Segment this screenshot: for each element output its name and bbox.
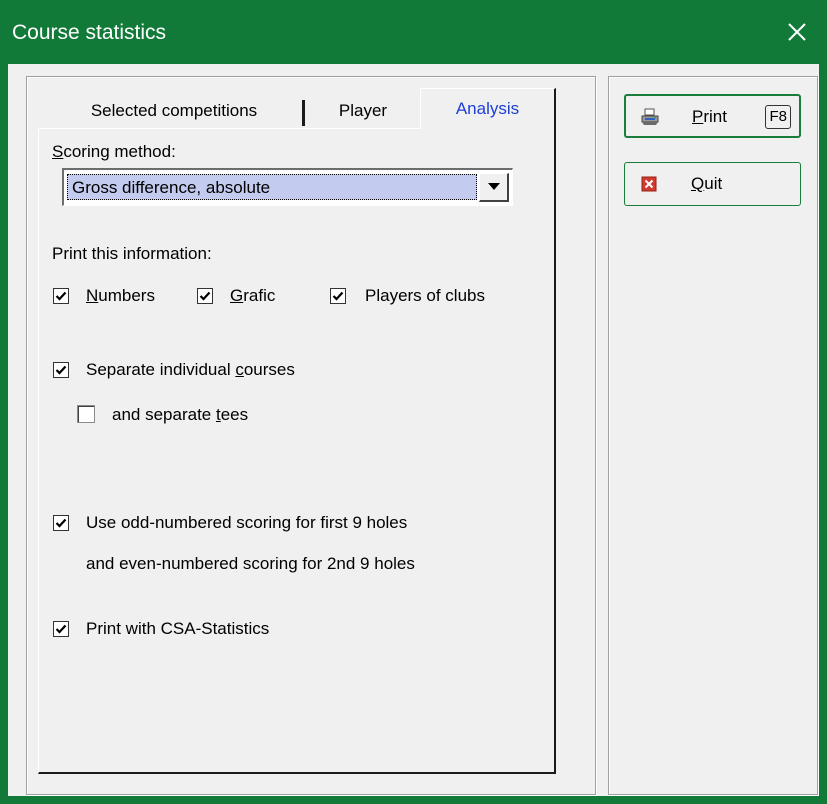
close-button[interactable] [767, 0, 827, 64]
tab-label: Selected competitions [90, 101, 258, 120]
window-frame-right [819, 64, 827, 804]
numbers-label: Numbers [86, 286, 155, 305]
tab-separator [302, 100, 305, 126]
close-icon [788, 23, 806, 41]
title-bar: Course statistics [0, 0, 827, 64]
grafic-label: Grafic [230, 286, 276, 305]
check-icon [199, 291, 211, 301]
printer-icon [641, 108, 659, 125]
separate-courses-label: Separate individual courses [86, 360, 295, 379]
separate-tees-checkbox[interactable] [77, 405, 95, 423]
check-icon [55, 624, 67, 634]
odd-even-line1: Use odd-numbered scoring for first 9 hol… [86, 513, 408, 532]
window-frame-bottom [0, 796, 827, 804]
check-icon [55, 518, 67, 528]
quit-button[interactable]: Quit [624, 162, 801, 206]
analysis-tab-page [38, 128, 556, 774]
print-info-heading: Print this information: [52, 244, 212, 263]
numbers-checkbox[interactable] [53, 288, 69, 304]
tab-label: Analysis [455, 99, 520, 118]
scoring-method-value: Gross difference, absolute [67, 174, 477, 200]
f8-shortcut-badge: F8 [765, 105, 791, 129]
grafic-checkbox[interactable] [197, 288, 213, 304]
tab-label: Player [338, 101, 388, 120]
check-icon [55, 365, 67, 375]
players-of-clubs-checkbox[interactable] [330, 288, 346, 304]
odd-even-scoring-checkbox[interactable] [53, 515, 69, 531]
separate-courses-checkbox[interactable] [53, 362, 69, 378]
odd-even-line2: and even-numbered scoring for 2nd 9 hole… [86, 554, 415, 573]
quit-label: Quit [691, 174, 723, 193]
quit-icon [641, 176, 657, 192]
tab-player[interactable]: Player [306, 94, 420, 128]
scoring-method-select[interactable]: Gross difference, absolute [62, 168, 513, 206]
print-label: Print [692, 107, 727, 126]
print-button[interactable]: Print F8 [624, 94, 801, 138]
csa-statistics-checkbox[interactable] [53, 621, 69, 637]
chevron-down-icon [487, 183, 500, 190]
csa-statistics-label: Print with CSA-Statistics [86, 619, 270, 638]
scoring-method-label: Scoring method: [52, 142, 176, 161]
window-frame-left [0, 64, 8, 804]
window-title: Course statistics [12, 21, 167, 44]
tab-analysis[interactable]: Analysis [420, 88, 556, 129]
check-icon [332, 291, 344, 301]
dropdown-button[interactable] [479, 173, 509, 202]
tab-selected-competitions[interactable]: Selected competitions [46, 94, 302, 128]
course-statistics-window: Course statistics Selected competitions … [0, 0, 827, 804]
separate-tees-label: and separate tees [112, 405, 249, 424]
players-of-clubs-label: Players of clubs [365, 286, 485, 305]
check-icon [55, 291, 67, 301]
